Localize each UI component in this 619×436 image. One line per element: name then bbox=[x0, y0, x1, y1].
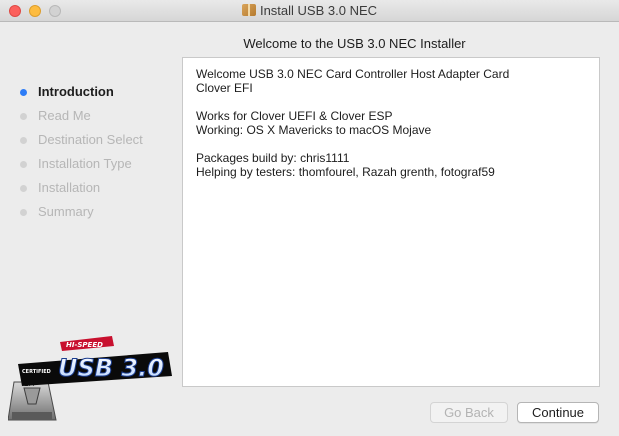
step-introduction: Introduction bbox=[16, 80, 143, 104]
step-read-me: Read Me bbox=[16, 104, 143, 128]
step-indicator-dot bbox=[20, 136, 27, 144]
package-icon bbox=[241, 4, 256, 16]
usb-brand-text: USB 3.0 bbox=[58, 354, 164, 382]
credits-paragraph: Packages build by: chris1111 Helping by … bbox=[196, 151, 586, 179]
certified-text: CERTIFIED bbox=[22, 369, 51, 375]
compatibility-line: Works for Clover UEFI & Clover ESP bbox=[196, 109, 393, 123]
installer-heading: Welcome to the USB 3.0 NEC Installer bbox=[243, 36, 466, 51]
step-label: Installation Type bbox=[38, 156, 132, 171]
step-summary: Summary bbox=[16, 200, 143, 224]
intro-line: Welcome USB 3.0 NEC Card Controller Host… bbox=[196, 67, 510, 81]
step-label: Read Me bbox=[38, 108, 91, 123]
step-indicator-dot bbox=[20, 184, 27, 192]
step-label: Installation bbox=[38, 180, 101, 195]
go-back-button[interactable]: Go Back bbox=[430, 402, 508, 423]
window-title: Install USB 3.0 NEC bbox=[259, 3, 378, 18]
window-title-group: Install USB 3.0 NEC bbox=[0, 3, 619, 18]
title-bar: Install USB 3.0 NEC bbox=[0, 0, 619, 22]
continue-button[interactable]: Continue bbox=[517, 402, 599, 423]
step-indicator-dot bbox=[20, 160, 27, 168]
step-indicator-dot bbox=[20, 88, 27, 96]
installer-steps-list: Introduction Read Me Destination Select … bbox=[16, 80, 143, 224]
usb3-efi-logo: EFI HI-SPEED CERTIFIED USB 3.0 bbox=[8, 336, 172, 421]
compatibility-line: Working: OS X Mavericks to macOS Mojave bbox=[196, 123, 432, 137]
step-destination-select: Destination Select bbox=[16, 128, 143, 152]
introduction-text-panel[interactable]: Welcome USB 3.0 NEC Card Controller Host… bbox=[182, 57, 600, 387]
compatibility-paragraph: Works for Clover UEFI & Clover ESP Worki… bbox=[196, 109, 586, 137]
step-label: Introduction bbox=[38, 84, 114, 99]
step-label: Summary bbox=[38, 204, 94, 219]
hi-speed-text: HI-SPEED bbox=[66, 341, 103, 349]
step-label: Destination Select bbox=[38, 132, 143, 147]
step-indicator-dot bbox=[20, 208, 27, 216]
step-installation: Installation bbox=[16, 176, 143, 200]
efi-drive-icon: EFI bbox=[8, 380, 57, 421]
credits-line: Helping by testers: thomfourel, Razah gr… bbox=[196, 165, 495, 179]
credits-line: Packages build by: chris1111 bbox=[196, 151, 350, 165]
intro-paragraph: Welcome USB 3.0 NEC Card Controller Host… bbox=[196, 67, 586, 95]
step-installation-type: Installation Type bbox=[16, 152, 143, 176]
step-indicator-dot bbox=[20, 112, 27, 120]
intro-line: Clover EFI bbox=[196, 81, 253, 95]
